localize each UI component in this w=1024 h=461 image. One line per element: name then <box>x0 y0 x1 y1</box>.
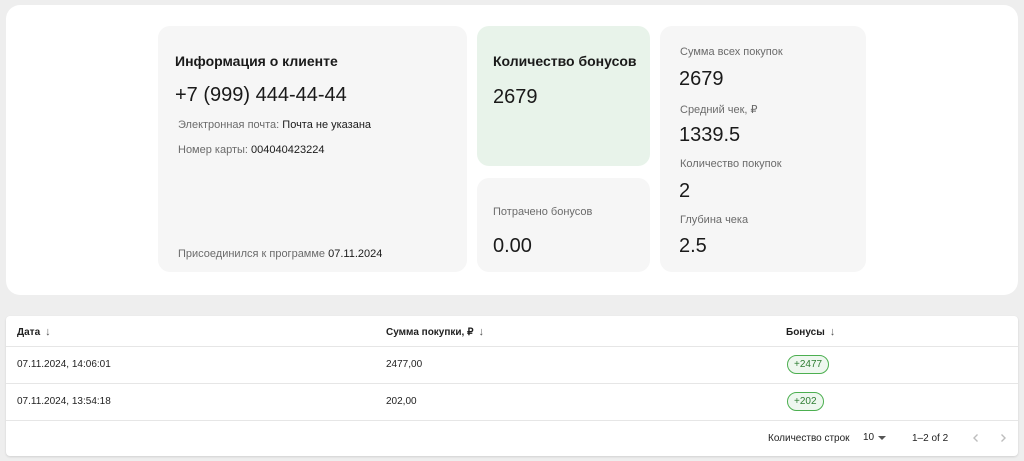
bonus-spent-value: 0.00 <box>493 235 532 257</box>
pagination-range: 1–2 of 2 <box>912 433 949 444</box>
card-number-value: 004040423224 <box>251 144 325 156</box>
bonus-chip: +202 <box>787 392 824 411</box>
bonus-balance-title: Количество бонусов <box>493 53 637 69</box>
sort-arrow-icon[interactable]: ↓ <box>478 326 484 338</box>
bonus-spent-card: Потрачено бонусов 0.00 <box>477 178 650 272</box>
next-page-button[interactable] <box>995 430 1011 446</box>
stat-value-average: 1339.5 <box>679 124 741 146</box>
column-header-date[interactable]: Дата ↓ <box>17 326 51 338</box>
bonus-balance-card: Количество бонусов 2679 <box>477 26 650 166</box>
client-info-card: Информация о клиенте +7 (999) 444-44-44 … <box>158 26 467 272</box>
purchase-stats-card: Сумма всех покупок 2679 Средний чек, ₽ 1… <box>660 26 866 272</box>
rows-per-page-label: Количество строк <box>768 433 850 444</box>
stat-value-count: 2 <box>679 180 691 202</box>
bonus-spent-label: Потрачено бонусов <box>493 206 593 218</box>
column-header-date-label: Дата <box>17 326 41 338</box>
column-header-bonus-label: Бонусы <box>786 326 825 338</box>
previous-page-button[interactable] <box>968 430 984 446</box>
row-divider <box>6 383 1018 384</box>
chevron-right-icon <box>1001 434 1006 442</box>
cell-date: 07.11.2024, 13:54:18 <box>17 396 111 407</box>
card-number-label: Номер карты: <box>178 144 248 156</box>
email-value: Почта не указана <box>282 119 372 131</box>
stat-label-average: Средний чек, ₽ <box>680 104 758 116</box>
stat-label-count: Количество покупок <box>680 158 782 170</box>
cell-amount: 202,00 <box>386 396 417 407</box>
stat-label-depth: Глубина чека <box>680 214 749 226</box>
column-header-amount-label: Сумма покупки, ₽ <box>386 326 474 338</box>
sort-arrow-icon[interactable]: ↓ <box>45 326 51 338</box>
cell-amount: 2477,00 <box>386 359 423 370</box>
client-info-title: Информация о клиенте <box>175 53 338 69</box>
column-header-bonus[interactable]: Бонусы ↓ <box>786 326 835 338</box>
email-label: Электронная почта: <box>178 119 280 131</box>
row-divider <box>6 420 1018 421</box>
column-header-amount[interactable]: Сумма покупки, ₽ ↓ <box>386 326 484 338</box>
bonus-balance-value: 2679 <box>493 86 538 108</box>
stat-label-total: Сумма всех покупок <box>680 46 783 58</box>
client-email: Электронная почта: Почта не указана <box>178 119 371 131</box>
chevron-left-icon <box>973 434 978 442</box>
cell-date: 07.11.2024, 14:06:01 <box>17 359 111 370</box>
bonus-chip: +2477 <box>787 355 830 374</box>
stat-value-total: 2679 <box>679 68 724 90</box>
client-card-number: Номер карты: 004040423224 <box>178 144 324 156</box>
purchases-table: Дата ↓ Сумма покупки, ₽ ↓ Бонусы ↓ 07.11… <box>6 316 1018 456</box>
rows-per-page-value: 10 <box>863 432 875 443</box>
header-divider <box>6 346 1018 347</box>
client-phone: +7 (999) 444-44-44 <box>175 84 347 106</box>
rows-per-page-select[interactable]: 10 <box>863 432 887 443</box>
caret-down-icon <box>878 435 887 440</box>
stat-value-depth: 2.5 <box>679 235 707 257</box>
sort-arrow-icon[interactable]: ↓ <box>830 326 836 338</box>
joined-label: Присоединился к программе <box>178 248 326 260</box>
customer-summary-panel: Информация о клиенте +7 (999) 444-44-44 … <box>6 5 1018 295</box>
joined-value: 07.11.2024 <box>328 248 383 260</box>
client-joined: Присоединился к программе 07.11.2024 <box>178 248 382 260</box>
